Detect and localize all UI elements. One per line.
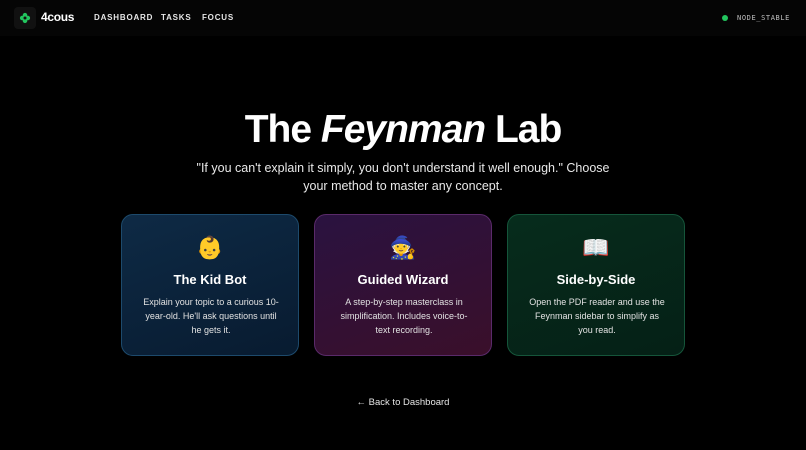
clover-icon <box>19 12 31 24</box>
wizard-icon: 🧙 <box>389 235 417 260</box>
card-side-by-side[interactable]: 📖 Side-by-Side Open the PDF reader and u… <box>507 214 685 356</box>
back-to-dashboard-link[interactable]: ← Back to Dashboard <box>0 397 806 408</box>
nav-link-dashboard[interactable]: DASHBOARD <box>94 13 153 22</box>
baby-icon: 👶 <box>196 235 224 260</box>
logo[interactable] <box>14 7 36 29</box>
top-navbar: 4cous DASHBOARD TASKS FOCUS NODE_STABLE <box>0 0 806 36</box>
page-subtitle: "If you can't explain it simply, you don… <box>196 161 610 193</box>
nav-link-focus[interactable]: FOCUS <box>202 13 234 22</box>
nav-link-tasks[interactable]: TASKS <box>161 13 192 22</box>
title-suffix: Lab <box>485 108 562 151</box>
card-title: Side-by-Side <box>556 272 636 287</box>
title-highlight: Feynman <box>320 108 486 151</box>
title-prefix: The <box>244 108 321 151</box>
card-description: Explain your topic to a curious 10-year-… <box>143 297 279 335</box>
open-book-icon: 📖 <box>582 235 610 260</box>
status-indicator-dot <box>722 15 728 21</box>
card-kid-bot[interactable]: 👶 The Kid Bot Explain your topic to a cu… <box>121 214 299 356</box>
card-description: Open the PDF reader and use the Feynman … <box>529 297 665 335</box>
card-title: The Kid Bot <box>173 272 247 287</box>
status-text: NODE_STABLE <box>737 14 790 22</box>
card-guided-wizard[interactable]: 🧙 Guided Wizard A step-by-step mastercla… <box>314 214 492 356</box>
card-description: A step-by-step masterclass in simplifica… <box>340 297 468 335</box>
card-title: Guided Wizard <box>357 272 449 287</box>
page-title: The Feynman Lab <box>0 108 806 152</box>
brand-name[interactable]: 4cous <box>41 10 74 24</box>
